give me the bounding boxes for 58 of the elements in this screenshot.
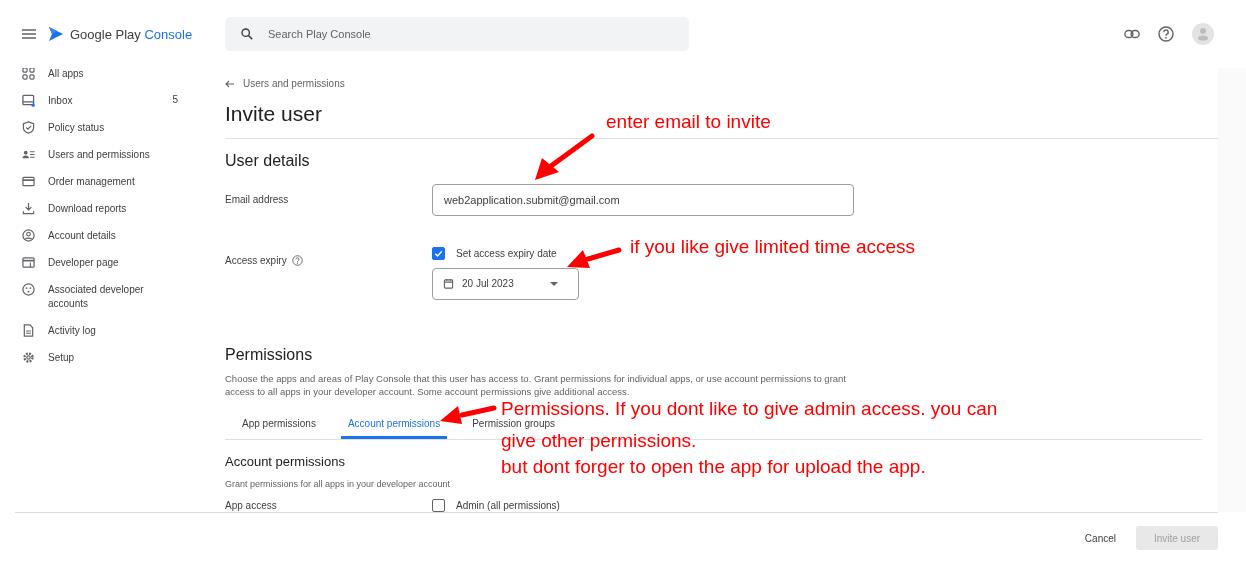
account-icon [22,229,35,242]
annotation-text: enter email to invite [606,110,771,134]
sidebar-item[interactable]: All apps [22,68,225,95]
help-icon[interactable] [1158,26,1174,42]
download-icon [22,202,35,215]
sidebar-item[interactable]: Setup [22,352,225,379]
annotation-text: Permissions. If you dont like to give admin access. you can [501,400,998,418]
annotation-text: but dont forger to open the app for upload the app. [501,458,926,476]
section-heading: Permissions [225,345,313,364]
shield-icon [22,121,35,134]
sidebar-item[interactable]: Inbox 5 [22,95,225,122]
annotation-arrow [567,247,622,268]
field-label: Email address [225,194,290,205]
checkbox-label: Admin (all permissions) [456,499,560,511]
checkbox-label: Set access expiry date [456,247,557,259]
sidebar-item[interactable]: Developer page [22,257,225,284]
checkbox[interactable] [432,498,445,512]
sidebar-item[interactable]: Associated developer accounts [22,284,225,325]
calendar-icon [443,278,454,289]
card-icon [22,175,35,188]
description: Choose the apps and areas of Play Console that this user has access to. Grant permissions for individual apps, or use account permissions to grant access to all apps in your developer account. Some account permissions give additional access. [225,371,847,398]
search-field[interactable]: Search Play Console [225,17,689,51]
caret-icon [550,281,558,286]
search-icon [241,28,253,40]
page-icon [22,256,35,269]
email-field[interactable]: web2application.submit@gmail.com [432,183,854,216]
grid-icon [22,68,35,80]
back-link[interactable]: Users and permissions [225,78,345,89]
sidebar-item[interactable]: Policy status [22,122,225,149]
tab[interactable]: App permissions [235,418,323,439]
sidebar-item[interactable]: Users and permissions [22,149,225,176]
date-picker[interactable]: 20 Jul 2023 [432,267,579,300]
menu-icon[interactable] [22,29,36,39]
sidebar-item[interactable]: Account details [22,230,225,257]
field-label: App access [225,499,278,511]
sidebar-item[interactable]: Download reports [22,203,225,230]
unread-count: 5 [172,94,178,105]
link-icon[interactable] [1124,29,1140,39]
section-note: Grant permissions for all apps in your developer account [225,478,451,489]
checkbox[interactable] [432,246,445,260]
annotation-text: give other permissions. [501,432,697,450]
dots-icon [22,283,35,296]
section-heading: User details [225,151,310,170]
annotation-text: if you like give limited time access [630,235,916,259]
field-label: Access expiry [225,254,287,266]
users-icon [22,148,35,161]
sidebar-item[interactable]: Activity log [22,325,225,352]
annotation-arrow [535,133,595,180]
app-name: Google Play Console [70,26,193,42]
subsection-heading: Account permissions [225,453,345,469]
help-icon[interactable] [291,254,303,266]
page-title: Invite user [225,101,322,126]
gear-icon [22,351,35,364]
cancel-button[interactable]: Cancel [1074,526,1126,550]
play-logo-icon [48,26,64,42]
back-arrow-icon [225,79,235,88]
sidebar-item[interactable]: Order management [22,176,225,203]
doc-icon [22,324,35,337]
